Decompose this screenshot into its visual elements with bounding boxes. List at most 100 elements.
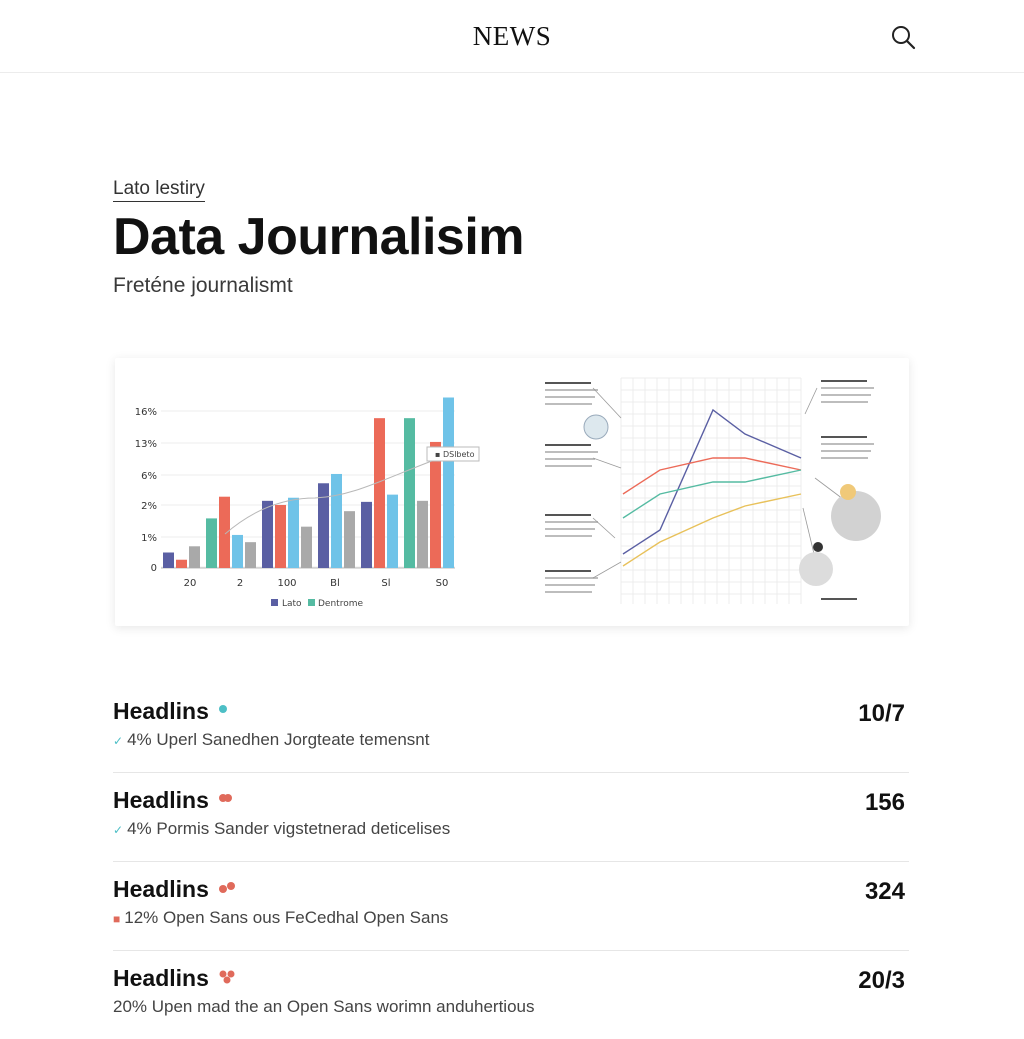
brand-logo[interactable]: NEWS — [0, 21, 1024, 52]
legend-swatch — [271, 599, 278, 606]
bar — [417, 500, 428, 568]
headline-title: Headlins — [113, 965, 209, 991]
image-callout — [799, 552, 833, 586]
dot — [227, 970, 235, 978]
headline-meta: ✓ 4% Uperl Sanedhen Jorgteate temensnt — [113, 730, 429, 750]
headline-meta-text: 4% Uperl Sanedhen Jorgteate temensnt — [127, 730, 430, 749]
annotation-line — [821, 450, 871, 452]
annotation-line — [545, 591, 592, 593]
annotation-line — [545, 514, 591, 516]
bar — [318, 483, 329, 568]
headline-row[interactable]: Headlins ■ 12% Open Sans ous FeCedhal Ope… — [113, 862, 909, 951]
badge — [840, 484, 856, 500]
callout-label: ▪ DSlbeto — [435, 450, 475, 459]
annotation-line — [545, 444, 591, 446]
headline-meta: ■ 12% Open Sans ous FeCedhal Open Sans — [113, 908, 448, 928]
dot — [227, 882, 235, 890]
bar — [163, 552, 174, 568]
bar — [344, 511, 355, 568]
bar — [301, 526, 312, 568]
headline-title: Headlins — [113, 876, 209, 902]
headline-dot-icon — [219, 882, 235, 893]
image-callout — [583, 414, 609, 440]
dot — [219, 885, 227, 893]
headline-title: Headlins — [113, 698, 209, 724]
annotation-line — [545, 389, 598, 391]
bar — [189, 546, 200, 568]
x-tick-label: 2 — [237, 578, 243, 589]
bar — [245, 542, 256, 568]
meta-check-icon: ✓ — [113, 823, 124, 837]
y-tick-label: 6% — [141, 471, 157, 482]
bar — [288, 497, 299, 568]
x-tick-label: Sl — [381, 578, 390, 589]
image-callout — [831, 491, 881, 541]
headline-dot-icon — [219, 705, 227, 713]
annotation-line — [545, 577, 598, 579]
annotation-line — [821, 387, 874, 389]
bar — [331, 473, 342, 568]
connector-line — [804, 387, 818, 415]
y-tick-label: 1% — [141, 533, 157, 544]
y-tick-label: 2% — [141, 501, 157, 512]
bar — [275, 504, 286, 568]
annotation-line — [545, 465, 592, 467]
annotation-line — [545, 570, 591, 572]
annotation-line — [545, 528, 595, 530]
annotation-line — [821, 443, 874, 445]
bar — [443, 397, 454, 568]
bar — [232, 534, 243, 568]
marker — [813, 542, 823, 552]
annotation-line — [545, 535, 592, 537]
headline-meta-text: 12% Open Sans ous FeCedhal Open Sans — [124, 908, 449, 927]
annotation-line — [545, 382, 591, 384]
connector-line — [592, 561, 622, 579]
legend-label: Dentrome — [318, 599, 363, 609]
search-button[interactable] — [888, 22, 918, 52]
figure-canvas: 16% 13% 6% 2% 1% 0 ▪ DSlbeto 20 2 100 Bl Sl S0 Lato De… — [135, 377, 881, 609]
meta-square-icon: ■ — [113, 912, 121, 926]
dot — [219, 970, 227, 978]
headline-row[interactable]: Headlins ✓ 4% Uperl Sanedhen Jorgteate te… — [113, 684, 909, 773]
headline-row[interactable]: Headlins 20% Upen mad the an Open Sans w… — [113, 951, 909, 1039]
annotation-line — [545, 458, 595, 460]
top-bar: NEWS — [0, 0, 1024, 73]
headline-dot-icon — [219, 970, 235, 984]
headline-value: 20/3 — [858, 967, 905, 994]
headline-meta-text: 4% Pormis Sander vigstetnerad deticelise… — [127, 819, 451, 838]
annotation-line — [545, 403, 592, 405]
article-kicker[interactable]: Lato lestiry — [113, 178, 205, 202]
headline-value: 10/7 — [858, 700, 905, 727]
annotation-line — [545, 451, 598, 453]
page-subtitle: Freténe journalismt — [113, 274, 293, 297]
data-visualization-figure: 16% 13% 6% 2% 1% 0 ▪ DSlbeto 20 2 100 Bl Sl S0 Lato De… — [115, 358, 909, 626]
bar — [387, 494, 398, 568]
bar — [206, 518, 217, 568]
annotation-line — [821, 380, 867, 382]
search-icon — [892, 26, 916, 50]
bar — [374, 418, 385, 568]
annotation-line — [821, 598, 857, 600]
meta-check-icon: ✓ — [113, 734, 124, 748]
connector-line — [802, 507, 816, 559]
x-tick-label: 100 — [277, 578, 296, 589]
headline-meta: 20% Upen mad the an Open Sans worimn and… — [113, 997, 534, 1017]
y-tick-label: 13% — [135, 439, 157, 450]
dot — [223, 976, 231, 984]
legend-swatch — [308, 599, 315, 606]
series-line — [622, 493, 802, 567]
connector-line — [592, 517, 616, 539]
y-tick-label: 16% — [135, 407, 157, 418]
page-title: Data Journalisim — [113, 208, 525, 266]
annotation-line — [545, 396, 595, 398]
bar — [361, 501, 372, 568]
bar — [219, 496, 230, 568]
headline-list: Headlins ✓ 4% Uperl Sanedhen Jorgteate te… — [113, 684, 909, 1039]
annotation-line — [821, 394, 871, 396]
headline-row[interactable]: Headlins ✓ 4% Pormis Sander vigstetnerad … — [113, 773, 909, 862]
headline-title: Headlins — [113, 787, 209, 813]
x-tick-label: Bl — [330, 578, 340, 589]
headline-meta: ✓ 4% Pormis Sander vigstetnerad deticelis… — [113, 819, 450, 839]
dot — [219, 705, 227, 713]
headline-value: 156 — [864, 789, 905, 816]
